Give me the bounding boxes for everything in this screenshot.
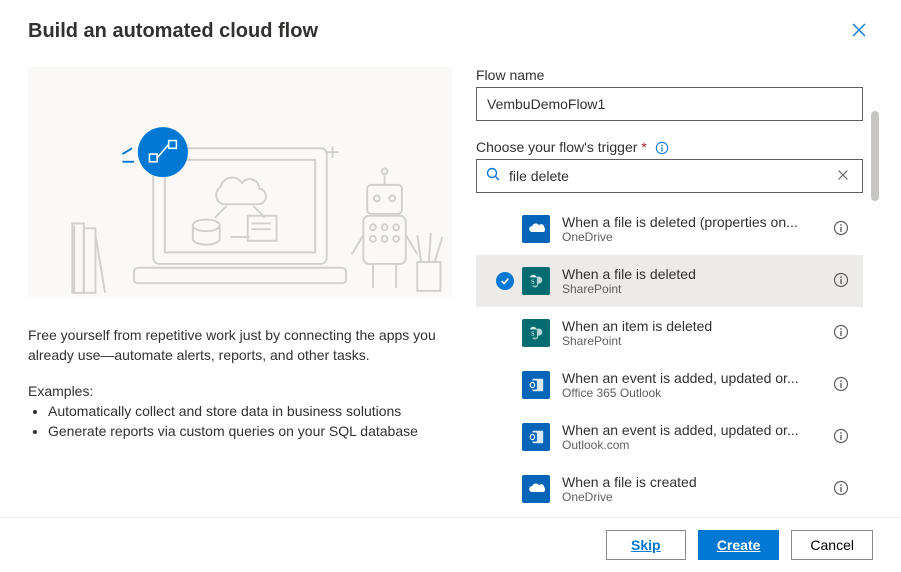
trigger-search-wrap — [476, 159, 863, 193]
example-item: Generate reports via custom queries on y… — [48, 421, 452, 441]
onedrive-service-icon — [522, 475, 550, 503]
trigger-text: When a file is createdOneDrive — [562, 474, 821, 504]
trigger-title: When a file is deleted — [562, 266, 821, 282]
trigger-item[interactable]: S When an item is deletedSharePoint — [476, 307, 863, 359]
onedrive-service-icon — [522, 215, 550, 243]
description-text: Free yourself from repetitive work just … — [28, 325, 452, 365]
close-icon — [851, 22, 867, 38]
close-button[interactable] — [845, 16, 873, 47]
example-item: Automatically collect and store data in … — [48, 401, 452, 421]
trigger-label-text: Choose your flow's trigger — [476, 139, 637, 155]
outlook-service-icon — [522, 371, 550, 399]
clear-search-button[interactable] — [832, 164, 854, 189]
svg-text:S: S — [531, 279, 535, 286]
trigger-text: When an item is deletedSharePoint — [562, 318, 821, 348]
trigger-group: Choose your flow's trigger * — [476, 139, 863, 509]
svg-text:S: S — [531, 331, 535, 338]
trigger-radio-col — [488, 272, 522, 290]
trigger-item[interactable]: When an event is added, updated or...Off… — [476, 359, 863, 411]
trigger-text: When an event is added, updated or...Off… — [562, 370, 821, 400]
outlook-service-icon — [522, 423, 550, 451]
trigger-service: SharePoint — [562, 334, 821, 348]
dialog-footer: Skip Create Cancel — [0, 517, 901, 572]
trigger-title: When a file is created — [562, 474, 821, 490]
flow-name-label: Flow name — [476, 67, 863, 83]
skip-button[interactable]: Skip — [606, 530, 686, 560]
trigger-title: When an event is added, updated or... — [562, 370, 821, 386]
trigger-item[interactable]: When a file is createdOneDrive — [476, 463, 863, 509]
right-scroll-area[interactable]: Flow name Choose your flow's trigger * — [476, 67, 881, 509]
trigger-info-button[interactable] — [829, 216, 853, 243]
flow-name-input[interactable] — [476, 87, 863, 121]
info-icon — [833, 376, 849, 392]
trigger-service: OneDrive — [562, 490, 821, 504]
trigger-info-button[interactable] — [829, 424, 853, 451]
trigger-list: When a file is deleted (properties on...… — [476, 203, 863, 509]
trigger-service: Office 365 Outlook — [562, 386, 821, 400]
trigger-text: When an event is added, updated or...Out… — [562, 422, 821, 452]
create-button[interactable]: Create — [698, 530, 780, 560]
trigger-text: When a file is deletedSharePoint — [562, 266, 821, 296]
trigger-info-button[interactable] — [829, 372, 853, 399]
info-icon — [833, 272, 849, 288]
trigger-text: When a file is deleted (properties on...… — [562, 214, 821, 244]
trigger-item[interactable]: When an event is added, updated or...Out… — [476, 411, 863, 463]
required-marker: * — [641, 139, 646, 155]
scrollbar-thumb[interactable] — [871, 111, 879, 201]
sharepoint-service-icon: S — [522, 319, 550, 347]
selected-check-icon — [496, 272, 514, 290]
examples-label: Examples: — [28, 383, 452, 399]
examples-list: Automatically collect and store data in … — [28, 401, 452, 441]
trigger-search-input[interactable] — [507, 160, 832, 192]
info-icon — [833, 428, 849, 444]
trigger-label: Choose your flow's trigger * — [476, 139, 863, 155]
trigger-title: When a file is deleted (properties on... — [562, 214, 821, 230]
dialog-content: Free yourself from repetitive work just … — [0, 55, 901, 517]
illustration — [28, 67, 452, 297]
trigger-item[interactable]: When a file is deleted (properties on...… — [476, 203, 863, 255]
trigger-service: Outlook.com — [562, 438, 821, 452]
search-icon — [485, 166, 501, 187]
info-icon — [833, 324, 849, 340]
left-panel: Free yourself from repetitive work just … — [20, 55, 460, 517]
clear-icon — [836, 168, 850, 182]
trigger-info-button[interactable] — [829, 320, 853, 347]
trigger-service: OneDrive — [562, 230, 821, 244]
info-icon — [833, 220, 849, 236]
right-panel: Flow name Choose your flow's trigger * — [460, 55, 881, 517]
trigger-item[interactable]: S When a file is deletedSharePoint — [476, 255, 863, 307]
cancel-button[interactable]: Cancel — [791, 530, 873, 560]
sharepoint-service-icon: S — [522, 267, 550, 295]
trigger-title: When an item is deleted — [562, 318, 821, 334]
dialog-header: Build an automated cloud flow — [0, 0, 901, 55]
info-icon — [833, 480, 849, 496]
trigger-info-button[interactable] — [829, 476, 853, 503]
trigger-service: SharePoint — [562, 282, 821, 296]
right-panel-scrollbar[interactable] — [869, 55, 881, 517]
dialog-build-automated-flow: Build an automated cloud flow — [0, 0, 901, 572]
info-icon[interactable] — [655, 141, 669, 155]
trigger-title: When an event is added, updated or... — [562, 422, 821, 438]
trigger-info-button[interactable] — [829, 268, 853, 295]
dialog-title: Build an automated cloud flow — [28, 20, 318, 43]
